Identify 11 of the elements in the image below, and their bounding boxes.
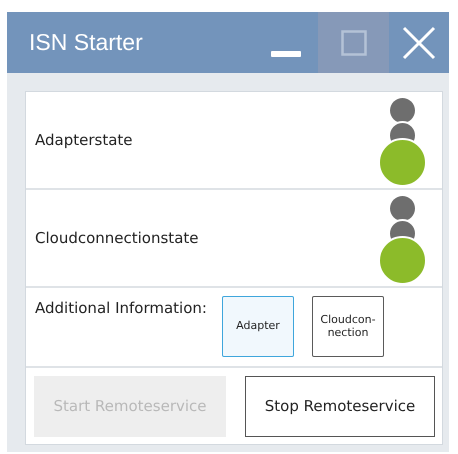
action-button[interactable]: Stop Remoteservice — [245, 376, 435, 436]
maximize-button[interactable] — [318, 12, 389, 73]
state-label: Cloudconnectionstate — [35, 229, 198, 247]
minimize-icon — [271, 50, 301, 58]
close-icon — [402, 26, 436, 60]
maximize-icon — [340, 30, 366, 56]
info-button[interactable]: Cloudcon- nection — [312, 296, 384, 357]
window-title: ISN Starter — [29, 29, 143, 56]
state-label: Adapterstate — [35, 131, 133, 149]
info-button[interactable]: Adapter — [222, 296, 294, 357]
info-label: Additional Information: — [35, 299, 208, 317]
